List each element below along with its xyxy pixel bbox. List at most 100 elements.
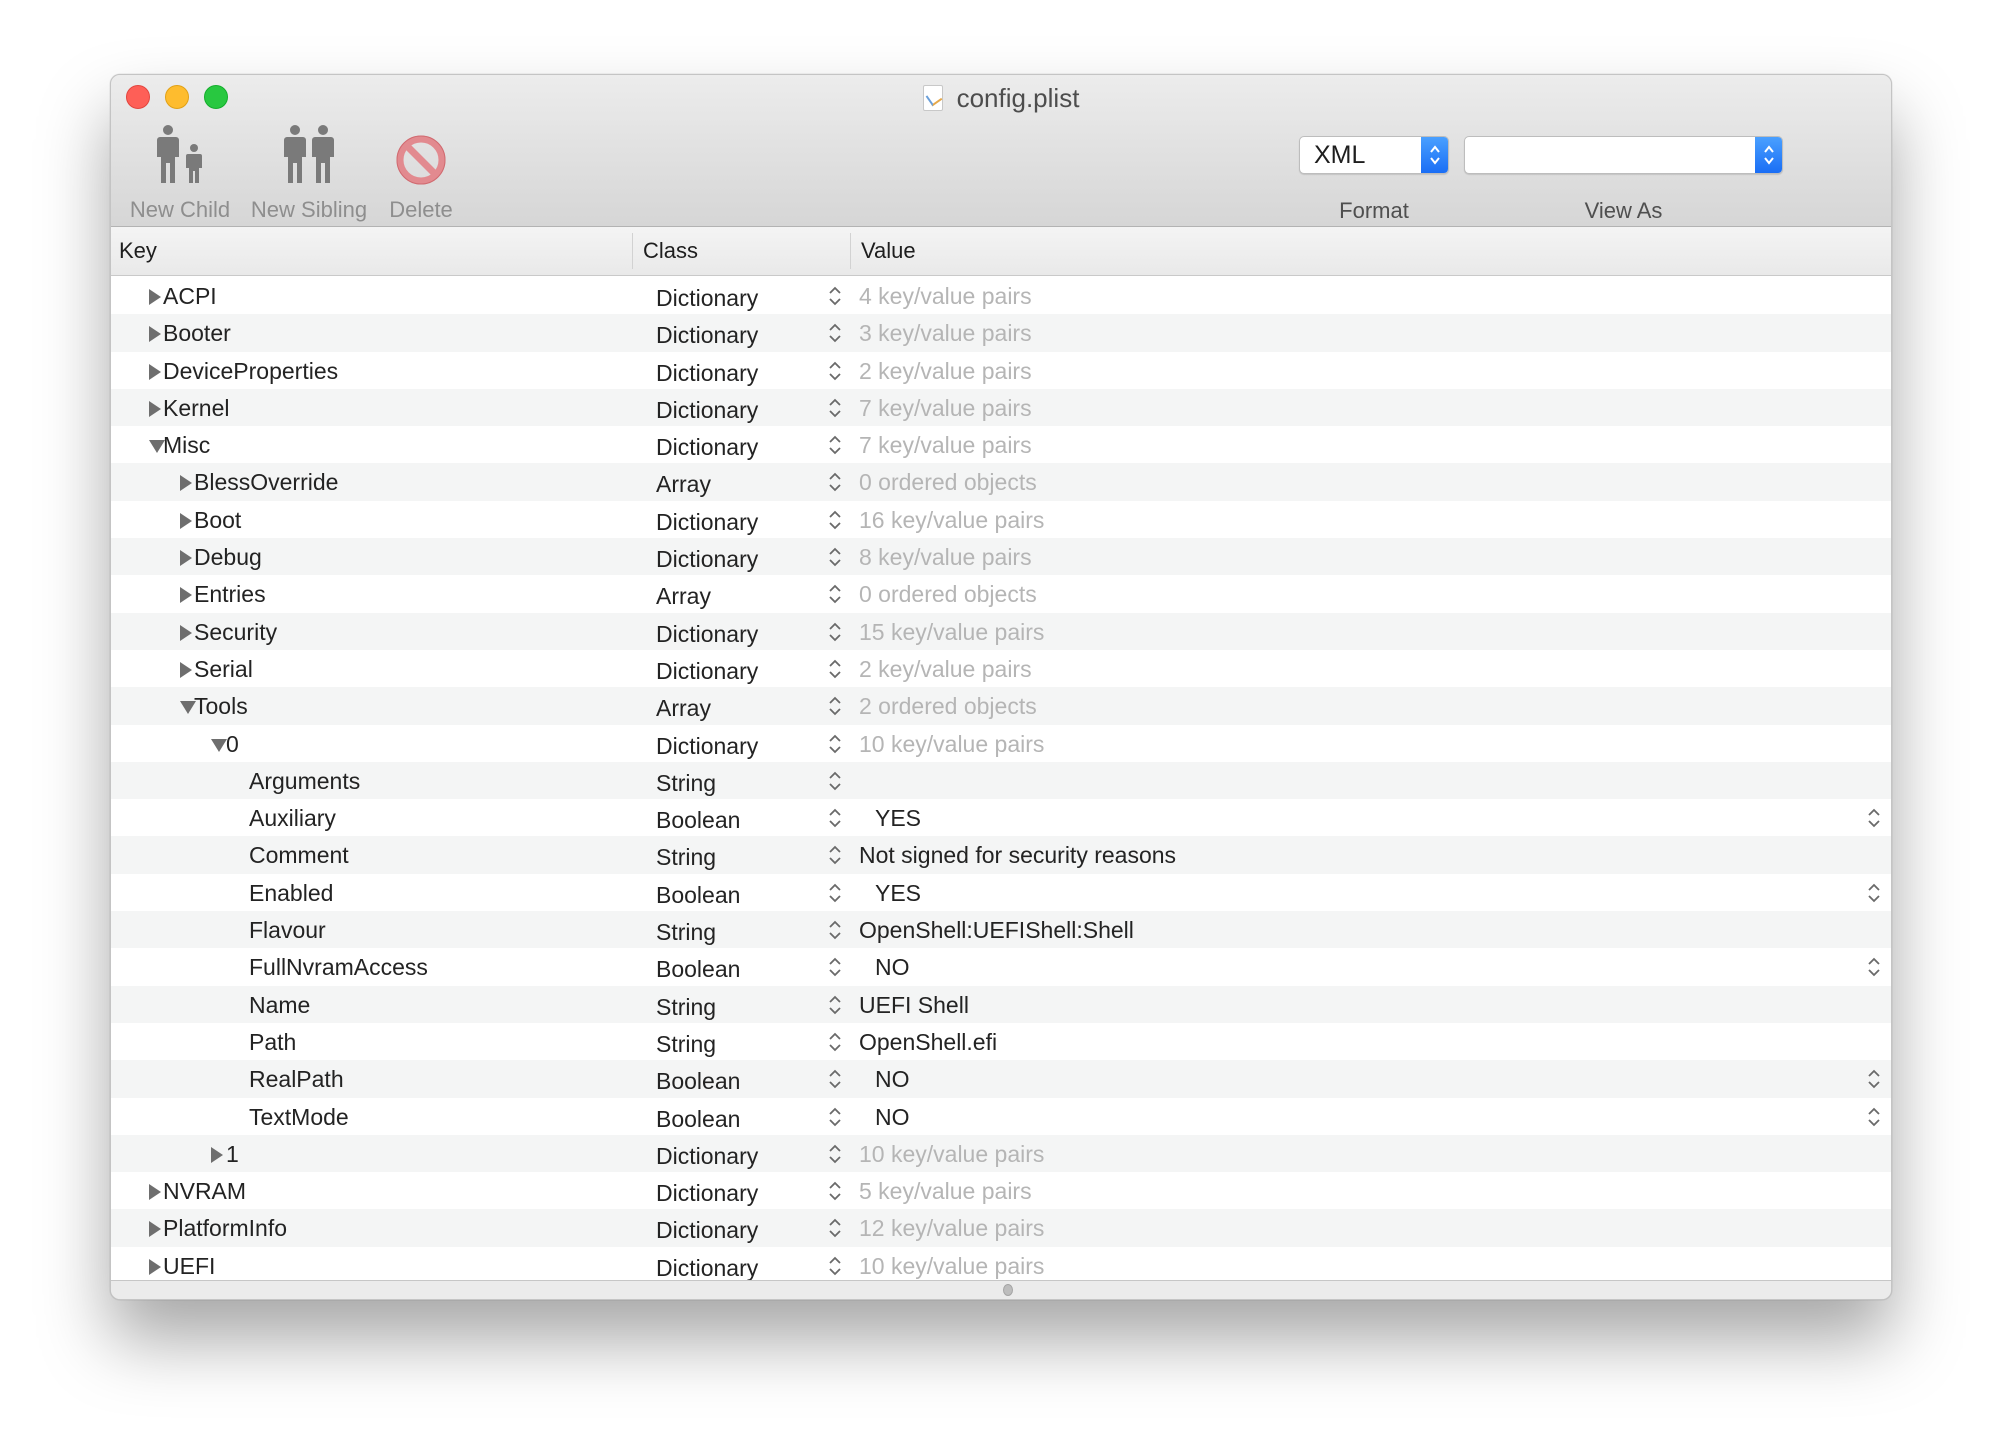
row-key[interactable]: NVRAM bbox=[163, 1178, 246, 1205]
row-key[interactable]: Boot bbox=[194, 507, 241, 534]
table-row[interactable]: Entries Array 0 ordered objects bbox=[111, 575, 1891, 612]
row-class[interactable]: String bbox=[656, 844, 716, 871]
table-row[interactable]: RealPath Boolean NO bbox=[111, 1060, 1891, 1098]
row-key[interactable]: ACPI bbox=[163, 283, 217, 310]
disclosure-collapsed-icon[interactable] bbox=[149, 326, 161, 343]
table-row[interactable]: Kernel Dictionary 7 key/value pairs bbox=[111, 388, 1891, 427]
row-key[interactable]: Tools bbox=[194, 693, 248, 720]
row-class[interactable]: Array bbox=[656, 583, 711, 610]
class-stepper-icon[interactable] bbox=[828, 1255, 842, 1282]
table-row[interactable]: BlessOverride Array 0 ordered objects bbox=[111, 463, 1891, 501]
boolean-popup-arrows-icon[interactable] bbox=[1867, 956, 1881, 984]
class-stepper-icon[interactable] bbox=[828, 583, 842, 611]
class-stepper-icon[interactable] bbox=[828, 807, 842, 835]
row-value[interactable]: NO bbox=[875, 1066, 910, 1093]
row-key[interactable]: Auxiliary bbox=[249, 805, 336, 832]
row-key[interactable]: Arguments bbox=[249, 768, 360, 795]
row-class[interactable]: Dictionary bbox=[656, 1255, 758, 1282]
class-stepper-icon[interactable] bbox=[828, 434, 842, 462]
table-row[interactable]: Boot Dictionary 16 key/value pairs bbox=[111, 501, 1891, 538]
disclosure-collapsed-icon[interactable] bbox=[149, 1184, 161, 1201]
row-key[interactable]: PlatformInfo bbox=[163, 1215, 287, 1242]
disclosure-collapsed-icon[interactable] bbox=[149, 1221, 161, 1238]
disclosure-collapsed-icon[interactable] bbox=[149, 1258, 161, 1275]
class-stepper-icon[interactable] bbox=[828, 285, 842, 313]
table-row[interactable]: Enabled Boolean YES bbox=[111, 874, 1891, 911]
class-stepper-icon[interactable] bbox=[828, 1180, 842, 1208]
table-row[interactable]: Comment String Not signed for security rea… bbox=[111, 836, 1891, 874]
class-stepper-icon[interactable] bbox=[828, 1031, 842, 1059]
resize-grip[interactable] bbox=[1003, 1284, 1013, 1296]
class-stepper-icon[interactable] bbox=[828, 956, 842, 984]
row-key[interactable]: Enabled bbox=[249, 880, 333, 907]
table-row[interactable]: Arguments String bbox=[111, 761, 1891, 800]
row-value[interactable]: NO bbox=[875, 954, 910, 981]
row-class[interactable]: Dictionary bbox=[656, 434, 758, 461]
class-stepper-icon[interactable] bbox=[828, 1143, 842, 1171]
row-value[interactable]: YES bbox=[875, 805, 921, 832]
new-sibling-button[interactable]: New Sibling bbox=[245, 125, 373, 223]
class-stepper-icon[interactable] bbox=[828, 1068, 842, 1096]
table-row[interactable]: Serial Dictionary 2 key/value pairs bbox=[111, 650, 1891, 687]
row-class[interactable]: String bbox=[656, 919, 716, 946]
disclosure-collapsed-icon[interactable] bbox=[180, 661, 192, 678]
row-key[interactable]: FullNvramAccess bbox=[249, 954, 428, 981]
disclosure-expanded-icon[interactable] bbox=[211, 738, 227, 752]
disclosure-collapsed-icon[interactable] bbox=[149, 400, 161, 417]
class-stepper-icon[interactable] bbox=[828, 658, 842, 686]
class-stepper-icon[interactable] bbox=[828, 509, 842, 537]
row-class[interactable]: Dictionary bbox=[656, 322, 758, 349]
class-stepper-icon[interactable] bbox=[828, 733, 842, 761]
row-key[interactable]: UEFI bbox=[163, 1253, 215, 1280]
new-child-button[interactable]: New Child bbox=[125, 125, 235, 223]
row-key[interactable]: TextMode bbox=[249, 1104, 349, 1131]
row-key[interactable]: Kernel bbox=[163, 395, 229, 422]
row-class[interactable]: Dictionary bbox=[656, 285, 758, 312]
table-row[interactable]: DeviceProperties Dictionary 2 key/value pa… bbox=[111, 352, 1891, 389]
row-value[interactable]: OpenShell.efi bbox=[859, 1029, 997, 1056]
row-class[interactable]: Dictionary bbox=[656, 733, 758, 760]
row-class[interactable]: Boolean bbox=[656, 956, 740, 983]
row-class[interactable]: Dictionary bbox=[656, 360, 758, 387]
column-header-key[interactable]: Key bbox=[119, 238, 157, 264]
row-class[interactable]: Dictionary bbox=[656, 1143, 758, 1170]
table-row[interactable]: Path String OpenShell.efi bbox=[111, 1023, 1891, 1060]
view-as-popup[interactable] bbox=[1464, 136, 1783, 174]
row-key[interactable]: Entries bbox=[194, 581, 266, 608]
class-stepper-icon[interactable] bbox=[828, 471, 842, 499]
row-class[interactable]: String bbox=[656, 1031, 716, 1058]
class-stepper-icon[interactable] bbox=[828, 919, 842, 947]
boolean-popup-arrows-icon[interactable] bbox=[1867, 1068, 1881, 1096]
table-row[interactable]: Tools Array 2 ordered objects bbox=[111, 687, 1891, 725]
table-row[interactable]: NVRAM Dictionary 5 key/value pairs bbox=[111, 1172, 1891, 1209]
disclosure-collapsed-icon[interactable] bbox=[180, 550, 192, 567]
row-class[interactable]: Dictionary bbox=[656, 509, 758, 536]
row-key[interactable]: Security bbox=[194, 619, 277, 646]
row-class[interactable]: Array bbox=[656, 471, 711, 498]
row-class[interactable]: Dictionary bbox=[656, 1180, 758, 1207]
class-stepper-icon[interactable] bbox=[828, 882, 842, 910]
column-divider[interactable] bbox=[850, 233, 851, 269]
row-class[interactable]: Boolean bbox=[656, 1106, 740, 1133]
table-row[interactable]: Auxiliary Boolean YES bbox=[111, 799, 1891, 836]
table-row[interactable]: 0 Dictionary 10 key/value pairs bbox=[111, 725, 1891, 762]
disclosure-collapsed-icon[interactable] bbox=[149, 363, 161, 380]
row-key[interactable]: Name bbox=[249, 992, 310, 1019]
row-value[interactable]: YES bbox=[875, 880, 921, 907]
table-row[interactable]: Name String UEFI Shell bbox=[111, 985, 1891, 1023]
class-stepper-icon[interactable] bbox=[828, 1106, 842, 1134]
disclosure-collapsed-icon[interactable] bbox=[180, 624, 192, 641]
class-stepper-icon[interactable] bbox=[828, 994, 842, 1022]
class-stepper-icon[interactable] bbox=[828, 844, 842, 872]
table-row[interactable]: Security Dictionary 15 key/value pairs bbox=[111, 612, 1891, 650]
row-key[interactable]: RealPath bbox=[249, 1066, 344, 1093]
column-header-value[interactable]: Value bbox=[861, 238, 916, 264]
row-key[interactable]: Booter bbox=[163, 320, 231, 347]
disclosure-collapsed-icon[interactable] bbox=[180, 587, 192, 604]
disclosure-collapsed-icon[interactable] bbox=[180, 475, 192, 492]
class-stepper-icon[interactable] bbox=[828, 1217, 842, 1245]
column-divider[interactable] bbox=[632, 233, 633, 269]
boolean-popup-arrows-icon[interactable] bbox=[1867, 882, 1881, 910]
class-stepper-icon[interactable] bbox=[828, 397, 842, 425]
table-row[interactable]: Misc Dictionary 7 key/value pairs bbox=[111, 426, 1891, 463]
